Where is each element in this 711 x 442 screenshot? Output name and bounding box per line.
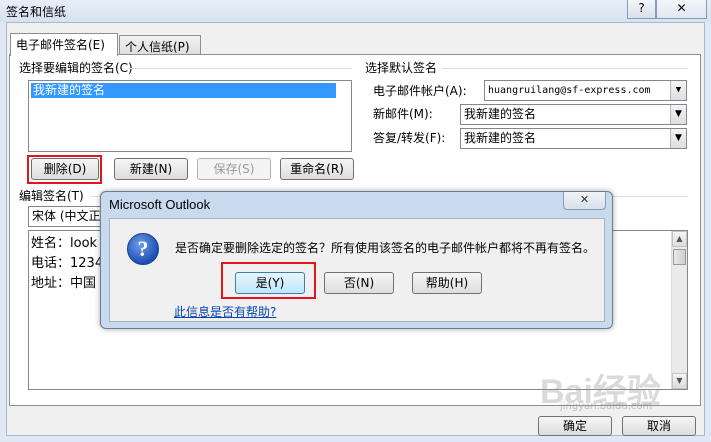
account-label: 电子邮件帐户(A):: [373, 84, 467, 98]
chevron-down-icon[interactable]: ▼: [670, 81, 686, 100]
vertical-scrollbar[interactable]: ▲ ▼: [671, 231, 687, 389]
scroll-down-icon[interactable]: ▼: [672, 373, 687, 389]
rename-button[interactable]: 重命名(R): [280, 158, 354, 180]
help-dialog-button[interactable]: 帮助(H): [412, 272, 482, 294]
ok-button[interactable]: 确定: [538, 416, 612, 436]
close-button[interactable]: ✕: [656, 0, 707, 19]
help-link[interactable]: 此信息是否有帮助?: [174, 303, 276, 320]
dialog-close-button[interactable]: ✕: [563, 192, 606, 210]
no-button[interactable]: 否(N): [324, 272, 394, 294]
account-select[interactable]: huangruilang@sf-express.com ▼: [484, 80, 687, 101]
new-button[interactable]: 新建(N): [114, 158, 188, 180]
signature-list[interactable]: 我新建的签名: [28, 80, 352, 152]
confirm-dialog: Microsoft Outlook ✕ ? 是否确定要删除选定的签名？所有使用该…: [100, 191, 613, 329]
signature-line: 地址：中国: [31, 276, 97, 291]
tab-personal-stationery[interactable]: 个人信纸(P): [119, 35, 201, 56]
chevron-down-icon[interactable]: ▼: [670, 129, 686, 148]
scroll-thumb[interactable]: [673, 249, 686, 265]
select-signature-label: 选择要编辑的签名(C): [19, 61, 133, 75]
watermark-url: jingyan.baidu.com: [560, 401, 653, 412]
signature-line: 电话：1234: [31, 256, 104, 271]
tab-email-signature[interactable]: 电子邮件签名(E): [10, 33, 118, 56]
title-bar: 签名和信纸 ? ✕: [0, 0, 711, 22]
edit-signature-label: 编辑签名(T): [19, 189, 84, 203]
new-message-label: 新邮件(M):: [373, 107, 433, 121]
new-message-select[interactable]: 我新建的签名 ▼: [460, 104, 687, 125]
delete-button[interactable]: 删除(D): [31, 158, 99, 180]
divider: [442, 68, 688, 69]
yes-button[interactable]: 是(Y): [235, 272, 305, 294]
scroll-up-icon[interactable]: ▲: [672, 231, 687, 247]
cancel-button[interactable]: 取消: [622, 416, 696, 436]
new-message-value: 我新建的签名: [464, 107, 537, 121]
default-signature-label: 选择默认签名: [365, 61, 438, 75]
account-value: huangruilang@sf-express.com: [488, 85, 651, 96]
chevron-down-icon[interactable]: ▼: [670, 105, 686, 124]
question-icon: ?: [127, 233, 159, 265]
help-button[interactable]: ?: [627, 0, 656, 19]
reply-forward-label: 答复/转发(F):: [373, 131, 446, 145]
window-title: 签名和信纸: [6, 5, 67, 19]
save-button[interactable]: 保存(S): [197, 158, 271, 180]
divider: [128, 68, 352, 69]
list-item[interactable]: 我新建的签名: [31, 83, 336, 98]
dialog-body: ? 是否确定要删除选定的签名？所有使用该签名的电子邮件帐户都将不再有签名。 是(…: [109, 218, 605, 322]
reply-forward-select[interactable]: 我新建的签名 ▼: [460, 128, 687, 149]
dialog-message: 是否确定要删除选定的签名？所有使用该签名的电子邮件帐户都将不再有签名。: [175, 241, 596, 255]
signature-text: 姓名：look 电话：1234 地址：中国: [31, 234, 103, 294]
signature-line: 姓名：look: [31, 236, 98, 251]
reply-forward-value: 我新建的签名: [464, 131, 537, 145]
dialog-title: Microsoft Outlook: [109, 197, 211, 212]
